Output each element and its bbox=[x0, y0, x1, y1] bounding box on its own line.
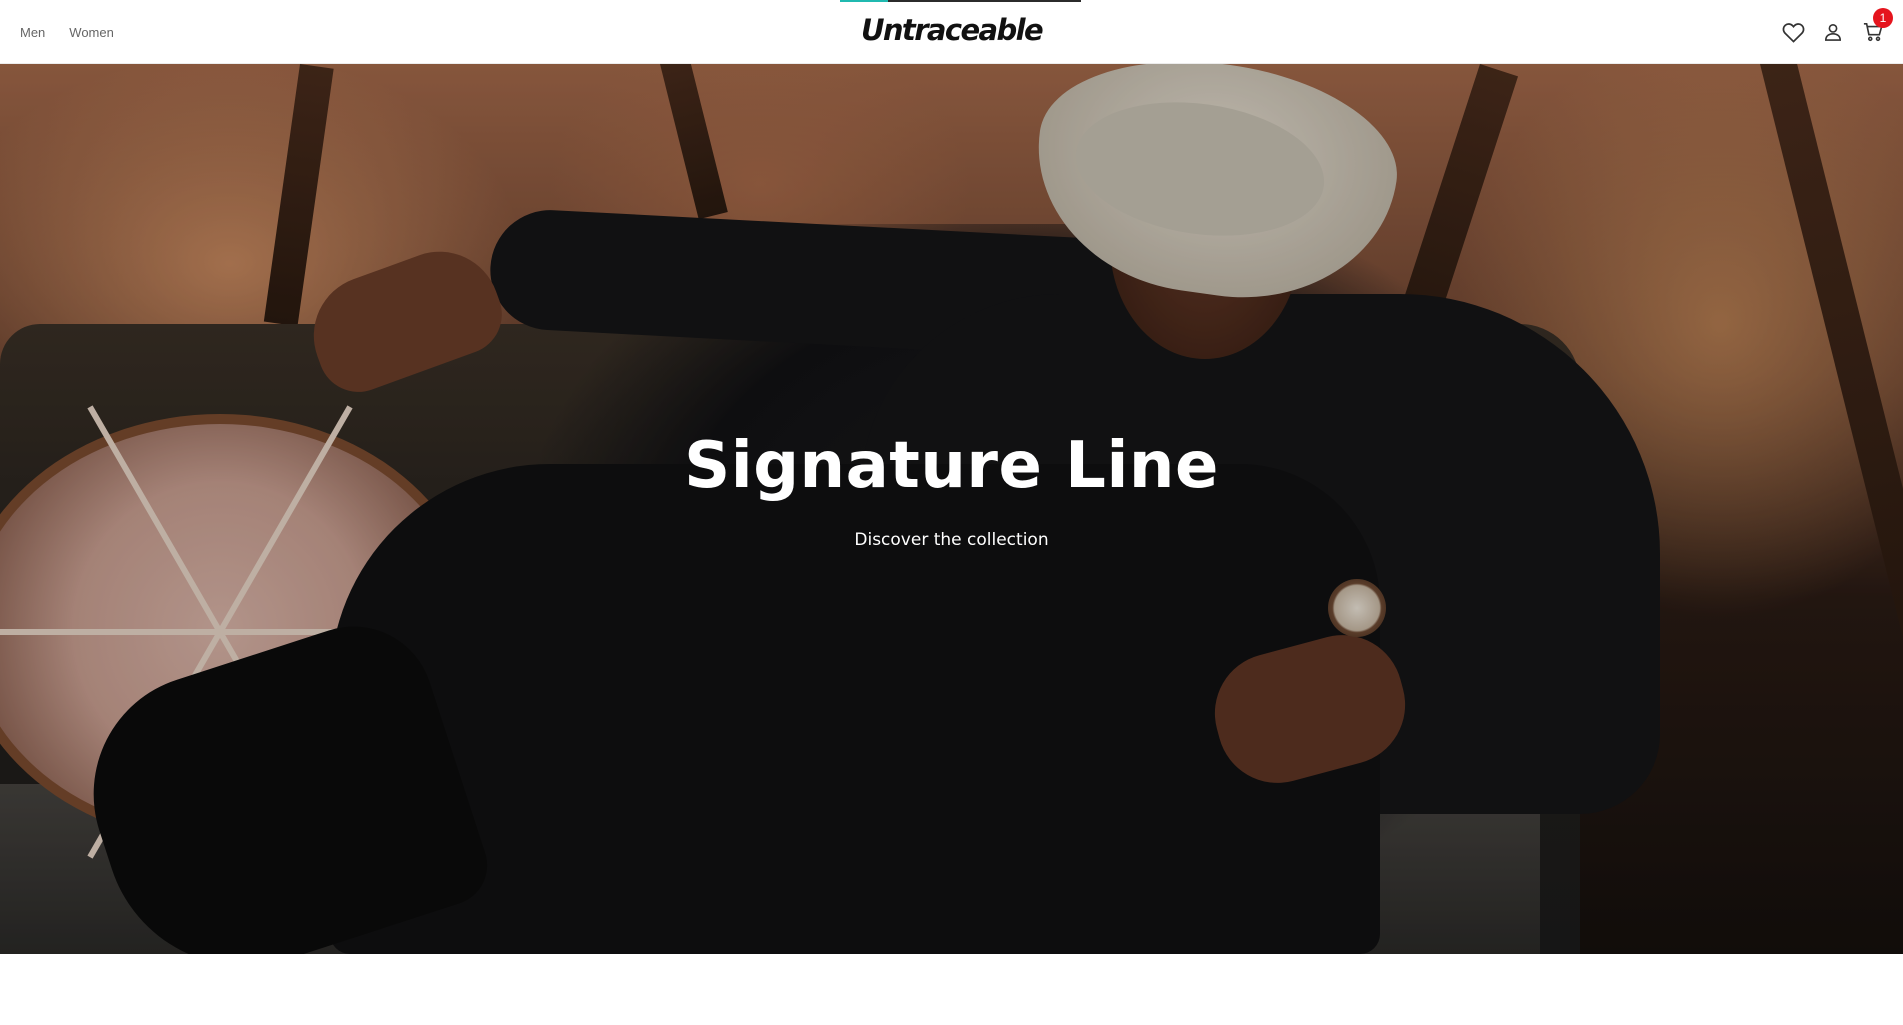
cart-button[interactable]: 1 bbox=[1861, 8, 1893, 44]
cart-count-badge: 1 bbox=[1873, 8, 1893, 28]
hero-text-block: Signature Line Discover the collection bbox=[0, 434, 1903, 550]
loading-progress-fill bbox=[840, 0, 889, 2]
hero-cta-link[interactable]: Discover the collection bbox=[854, 530, 1048, 550]
brand-logo[interactable]: Untraceable bbox=[861, 13, 1044, 47]
site-header: Men Women Untraceable 1 bbox=[0, 0, 1903, 64]
nav-link-men[interactable]: Men bbox=[20, 25, 45, 40]
hero-banner[interactable]: Signature Line Discover the collection bbox=[0, 64, 1903, 954]
header-actions: 1 bbox=[1781, 0, 1893, 64]
heart-icon bbox=[1782, 22, 1804, 43]
nav-link-women[interactable]: Women bbox=[69, 25, 114, 40]
user-icon bbox=[1824, 23, 1842, 41]
hero-title: Signature Line bbox=[684, 429, 1219, 503]
account-button[interactable] bbox=[1821, 20, 1845, 44]
brand-logo-wrapper: Untraceable bbox=[0, 13, 1903, 47]
page-content-area bbox=[0, 954, 1903, 1025]
wishlist-button[interactable] bbox=[1781, 20, 1805, 44]
loading-progress-bar bbox=[840, 0, 1081, 2]
main-nav: Men Women bbox=[20, 0, 114, 64]
